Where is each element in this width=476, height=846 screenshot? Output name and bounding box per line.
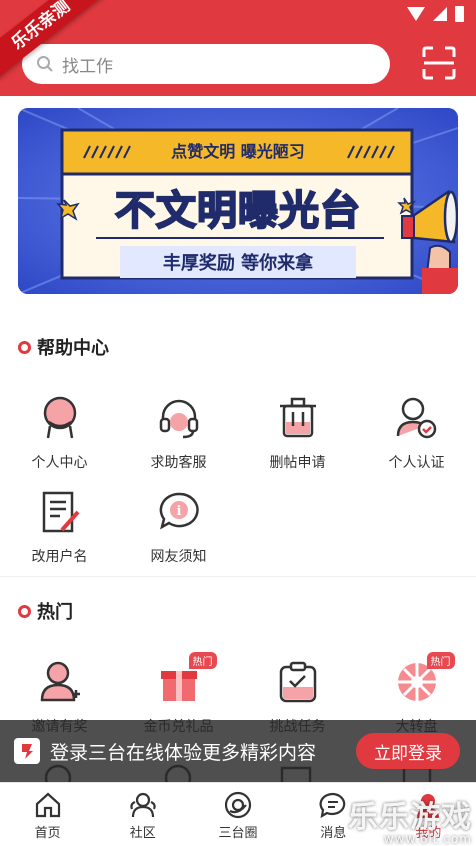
circle-icon	[224, 791, 252, 819]
help-item-label: 个人认证	[388, 455, 445, 471]
login-prompt-text: 登录三台在线体验更多精彩内容	[50, 741, 317, 764]
login-prompt-bar: 登录三台在线体验更多精彩内容 立即登录	[0, 720, 476, 782]
help-item-personal-center[interactable]: 个人中心	[0, 394, 119, 472]
wheel-icon: 热门	[393, 652, 455, 706]
nav-item-community[interactable]: 社区	[95, 783, 190, 846]
nav-label: 消息	[320, 826, 347, 841]
info-bubble-icon: i	[155, 488, 203, 536]
hot-badge: 热门	[426, 652, 455, 669]
task-icon	[274, 658, 322, 706]
help-item-label: 改用户名	[31, 549, 88, 565]
person-icon	[36, 394, 84, 442]
help-item-label: 求助客服	[150, 455, 207, 471]
login-now-button[interactable]: 立即登录	[356, 733, 460, 769]
headset-icon	[155, 394, 203, 442]
help-item-label: 个人中心	[31, 455, 88, 471]
trash-icon	[274, 394, 322, 442]
hot-badge: 热门	[188, 652, 217, 669]
help-item-rename[interactable]: 改用户名	[0, 488, 119, 566]
help-item-delete-post[interactable]: 删帖申请	[238, 394, 357, 472]
battery-icon	[455, 6, 464, 22]
message-icon	[319, 792, 346, 819]
scan-icon[interactable]	[422, 46, 456, 80]
invite-user-icon	[36, 658, 84, 706]
watermark: 乐乐游戏 www.6lt.com	[348, 792, 472, 846]
promo-banner[interactable]: 点赞文明 曝光陋习 不文明曝光台 丰厚奖励 等你来拿	[18, 108, 458, 294]
nav-label: 社区	[129, 826, 156, 841]
section-divider	[0, 576, 476, 577]
section-dot-icon	[18, 604, 31, 618]
help-item-label: 网友须知	[150, 549, 207, 565]
help-item-verification[interactable]: 个人认证	[357, 394, 476, 472]
app-logo	[14, 738, 40, 764]
svg-text:i: i	[176, 504, 181, 519]
search-icon	[37, 56, 53, 72]
status-bar	[407, 6, 464, 22]
banner-headline: 不文明曝光台	[114, 187, 361, 235]
watermark-text: 乐乐游戏	[348, 800, 472, 835]
banner-top-text: 点赞文明 曝光陋习	[171, 142, 305, 161]
community-icon	[130, 792, 156, 818]
nav-label: 三台圈	[218, 826, 258, 841]
search-placeholder: 找工作	[62, 56, 113, 77]
home-icon	[35, 792, 60, 818]
hot-heading: 热门	[18, 598, 73, 624]
nav-item-circle[interactable]: 三台圈	[190, 783, 285, 846]
help-item-label: 删帖申请	[269, 455, 326, 471]
wifi-icon	[407, 7, 425, 21]
banner-bottom-text: 丰厚奖励 等你来拿	[162, 253, 314, 274]
help-item-customer-service[interactable]: 求助客服	[119, 394, 238, 472]
search-bar[interactable]: 找工作	[22, 44, 390, 84]
hot-title: 热门	[37, 602, 73, 623]
verified-user-icon	[393, 394, 441, 442]
nav-label: 首页	[34, 826, 61, 841]
help-center-heading: 帮助中心	[18, 334, 109, 360]
nav-item-home[interactable]: 首页	[0, 783, 95, 846]
edit-document-icon	[36, 488, 84, 536]
help-center-title: 帮助中心	[37, 338, 109, 359]
help-item-user-notice[interactable]: i 网友须知	[119, 488, 238, 566]
signal-icon	[433, 7, 447, 21]
gift-icon: 热门	[155, 652, 217, 706]
section-dot-icon	[18, 340, 31, 354]
